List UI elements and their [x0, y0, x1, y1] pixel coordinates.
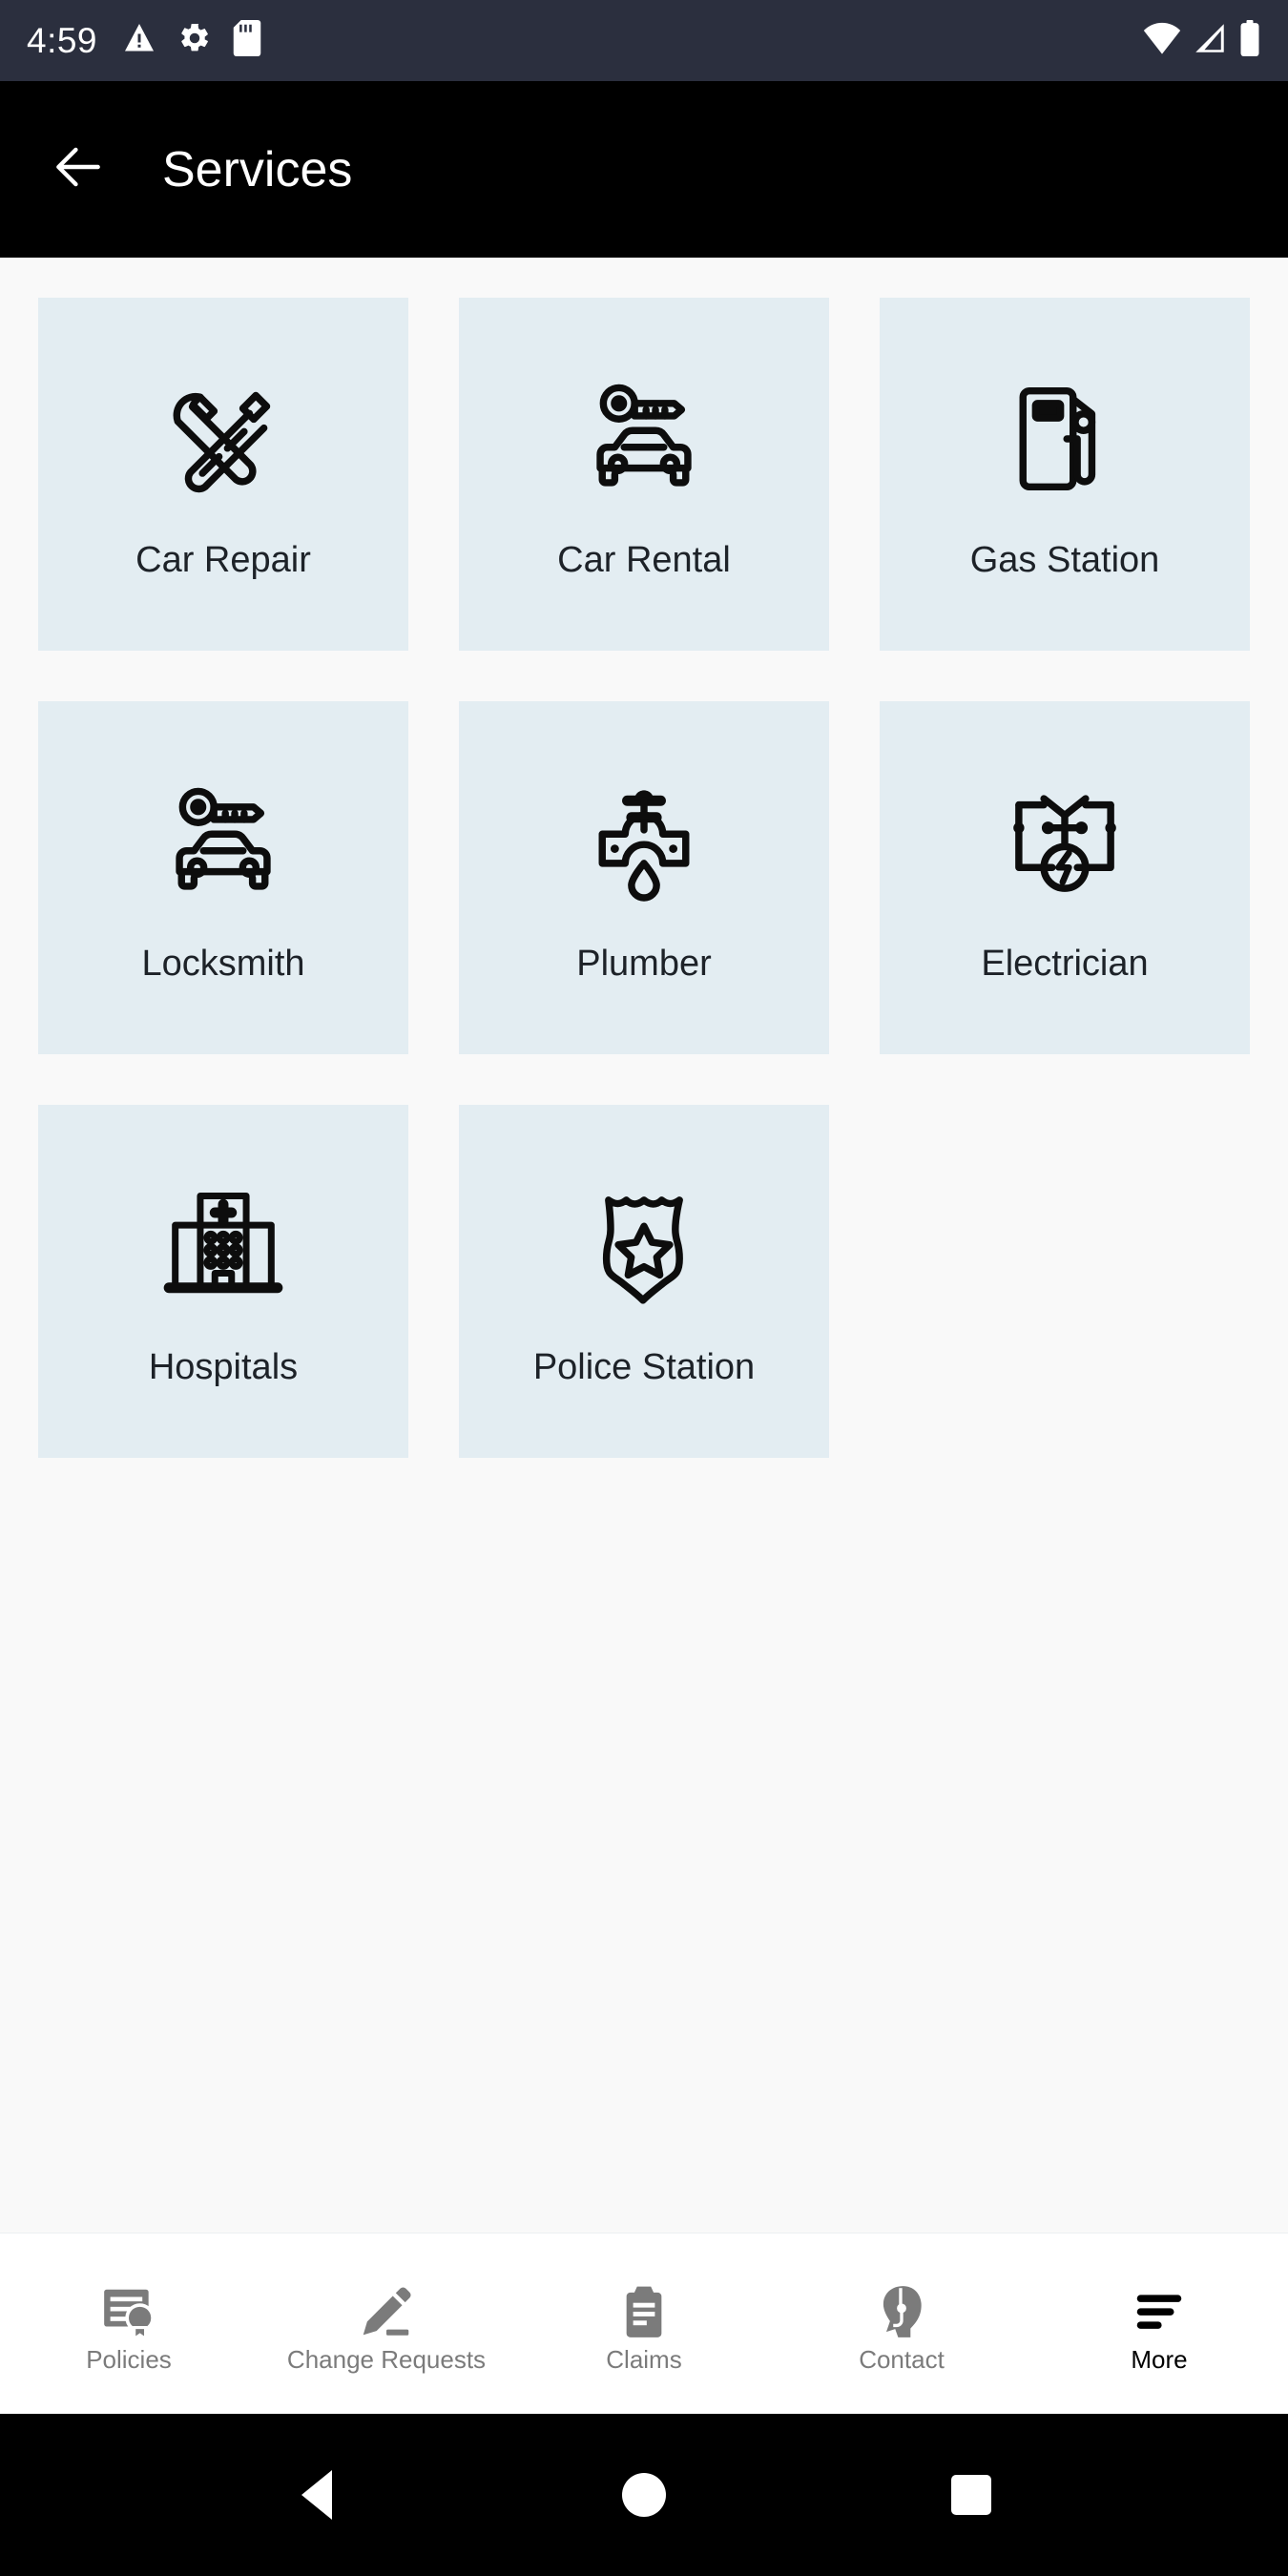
nav-label: Change Requests — [286, 2344, 487, 2374]
hamburger-menu-icon — [1130, 2276, 1189, 2341]
fuel-pump-icon — [998, 367, 1132, 510]
clipboard-icon — [614, 2276, 674, 2341]
wrench-screwdriver-icon — [156, 367, 290, 510]
certificate-icon — [99, 2276, 158, 2341]
system-recents-button[interactable] — [914, 2438, 1028, 2552]
page-title: Services — [162, 141, 353, 197]
system-back-button[interactable] — [260, 2438, 374, 2552]
nav-item-change-requests[interactable]: Change Requests — [258, 2233, 515, 2414]
service-card-plumber[interactable]: Plumber — [459, 701, 829, 1054]
app-bar: Services — [0, 81, 1288, 258]
service-card-hospitals[interactable]: Hospitals — [38, 1105, 408, 1458]
battery-icon — [1238, 20, 1261, 61]
pipe-valve-drop-icon — [577, 771, 711, 914]
service-card-car-rental[interactable]: Car Rental — [459, 298, 829, 651]
service-label: Gas Station — [969, 540, 1160, 581]
status-bar: 4:59 — [0, 0, 1288, 81]
service-label: Car Rental — [557, 540, 731, 581]
warning-icon — [122, 21, 156, 60]
status-bar-right-icons — [1143, 20, 1261, 61]
hospital-building-icon — [156, 1174, 290, 1318]
police-badge-star-icon — [577, 1174, 711, 1318]
services-grid: Car Repair Car Rental Gas Station Locksm… — [38, 298, 1250, 1458]
nav-label: Claims — [606, 2344, 682, 2374]
nav-item-contact[interactable]: Contact — [773, 2233, 1030, 2414]
status-bar-left-icons — [122, 20, 261, 61]
service-label: Hospitals — [148, 1347, 299, 1388]
arrow-left-icon — [49, 137, 108, 201]
nav-item-more[interactable]: More — [1030, 2233, 1288, 2414]
system-home-button[interactable] — [587, 2438, 701, 2552]
gear-icon — [177, 21, 212, 60]
triangle-back-icon — [301, 2470, 332, 2520]
nav-label: Contact — [859, 2344, 945, 2374]
services-content: Car Repair Car Rental Gas Station Locksm… — [0, 258, 1288, 2233]
service-label: Locksmith — [141, 944, 305, 985]
status-bar-clock: 4:59 — [27, 21, 98, 60]
cellular-signal-icon — [1193, 22, 1227, 59]
sd-card-icon — [233, 20, 261, 61]
headset-support-icon — [872, 2276, 931, 2341]
service-card-locksmith[interactable]: Locksmith — [38, 701, 408, 1054]
service-label: Car Repair — [135, 540, 311, 581]
key-car-icon — [577, 367, 711, 510]
nav-label: More — [1131, 2344, 1188, 2374]
service-label: Electrician — [981, 944, 1149, 985]
pencil-edit-icon — [357, 2276, 416, 2341]
service-card-gas-station[interactable]: Gas Station — [880, 298, 1250, 651]
service-label: Plumber — [576, 944, 712, 985]
nav-label: Policies — [86, 2344, 172, 2374]
service-label: Police Station — [532, 1347, 756, 1388]
service-card-car-repair[interactable]: Car Repair — [38, 298, 408, 651]
nav-item-policies[interactable]: Policies — [0, 2233, 258, 2414]
service-card-police-station[interactable]: Police Station — [459, 1105, 829, 1458]
wifi-icon — [1143, 22, 1181, 59]
circle-home-icon — [621, 2473, 666, 2517]
circuit-bolt-icon — [998, 771, 1132, 914]
back-button[interactable] — [44, 135, 113, 204]
android-system-navigation — [0, 2414, 1288, 2576]
nav-item-claims[interactable]: Claims — [515, 2233, 773, 2414]
bottom-navigation-bar: Policies Change Requests Claims Contact … — [0, 2233, 1288, 2414]
key-car-icon — [156, 771, 290, 914]
square-recents-icon — [951, 2475, 992, 2515]
service-card-electrician[interactable]: Electrician — [880, 701, 1250, 1054]
